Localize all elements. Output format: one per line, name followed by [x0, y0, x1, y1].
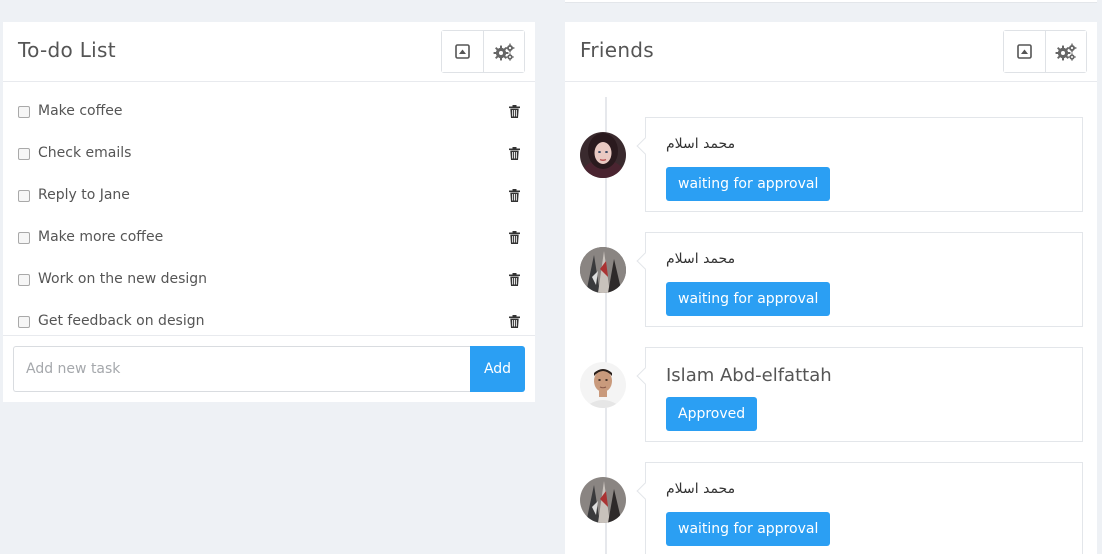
top-panel-edge	[565, 0, 1097, 3]
todo-panel-title: To-do List	[18, 38, 116, 62]
friend-item: محمد اسلام waiting for approval	[565, 117, 1097, 212]
todo-item: Make coffee	[3, 91, 535, 133]
friend-card: محمد اسلام waiting for approval	[636, 232, 1083, 327]
friend-card: محمد اسلام waiting for approval	[636, 117, 1083, 212]
todo-collapse-button[interactable]	[442, 31, 483, 72]
todo-settings-button[interactable]	[483, 31, 524, 72]
friends-settings-button[interactable]	[1045, 31, 1086, 72]
todo-item: Check emails	[3, 133, 535, 175]
todo-checkbox[interactable]	[18, 148, 30, 160]
trash-icon[interactable]	[509, 315, 520, 328]
todo-item-text: Make more coffee	[38, 229, 164, 245]
avatar[interactable]	[580, 132, 626, 178]
add-task-button[interactable]: Add	[470, 346, 525, 392]
friends-panel-title: Friends	[580, 38, 655, 62]
status-badge: waiting for approval	[666, 512, 831, 546]
friend-item: محمد اسلام waiting for approval	[565, 462, 1097, 554]
todo-tool-group	[441, 30, 525, 73]
trash-icon[interactable]	[509, 231, 520, 244]
friend-item: Islam Abd-elfattah Approved	[565, 347, 1097, 442]
todo-item-text: Reply to Jane	[38, 187, 130, 203]
friends-tool-group	[1003, 30, 1087, 73]
todo-item-text: Check emails	[38, 145, 132, 161]
card-pointer	[636, 137, 654, 155]
collapse-icon	[455, 44, 470, 59]
todo-item: Make more coffee	[3, 217, 535, 259]
status-badge: Approved	[666, 397, 758, 431]
todo-item-text: Get feedback on design	[38, 313, 205, 329]
card-pointer	[636, 367, 654, 385]
friend-card: محمد اسلام waiting for approval	[636, 462, 1083, 554]
todo-checkbox[interactable]	[18, 106, 30, 118]
todo-panel: To-do List Make coffee Check emails Repl…	[3, 22, 535, 402]
todo-checkbox[interactable]	[18, 274, 30, 286]
status-badge: waiting for approval	[666, 167, 831, 201]
todo-checkbox[interactable]	[18, 190, 30, 202]
friends-panel-header: Friends	[565, 22, 1097, 82]
new-task-input[interactable]	[13, 346, 471, 392]
card-pointer	[636, 482, 654, 500]
friend-item: محمد اسلام waiting for approval	[565, 232, 1097, 327]
todo-checkbox[interactable]	[18, 316, 30, 328]
friends-panel: Friends محمد اسلام waiting for approval …	[565, 22, 1097, 554]
todo-item-text: Work on the new design	[38, 271, 208, 287]
friend-name[interactable]: Islam Abd-elfattah	[666, 365, 832, 386]
friend-name[interactable]: محمد اسلام	[666, 136, 735, 152]
friends-collapse-button[interactable]	[1004, 31, 1045, 72]
avatar[interactable]	[580, 362, 626, 408]
gears-icon	[1055, 43, 1077, 61]
todo-item: Reply to Jane	[3, 175, 535, 217]
trash-icon[interactable]	[509, 105, 520, 118]
avatar[interactable]	[580, 247, 626, 293]
avatar[interactable]	[580, 477, 626, 523]
todo-footer: Add	[3, 335, 535, 402]
status-badge: waiting for approval	[666, 282, 831, 316]
todo-checkbox[interactable]	[18, 232, 30, 244]
todo-item: Work on the new design	[3, 259, 535, 301]
collapse-icon	[1017, 44, 1032, 59]
trash-icon[interactable]	[509, 189, 520, 202]
trash-icon[interactable]	[509, 147, 520, 160]
friend-name[interactable]: محمد اسلام	[666, 251, 735, 267]
friend-name[interactable]: محمد اسلام	[666, 481, 735, 497]
todo-panel-header: To-do List	[3, 22, 535, 82]
card-pointer	[636, 252, 654, 270]
todo-item-text: Make coffee	[38, 103, 123, 119]
gears-icon	[493, 43, 515, 61]
trash-icon[interactable]	[509, 273, 520, 286]
todo-list: Make coffee Check emails Reply to Jane M…	[3, 82, 535, 343]
friend-card: Islam Abd-elfattah Approved	[636, 347, 1083, 442]
